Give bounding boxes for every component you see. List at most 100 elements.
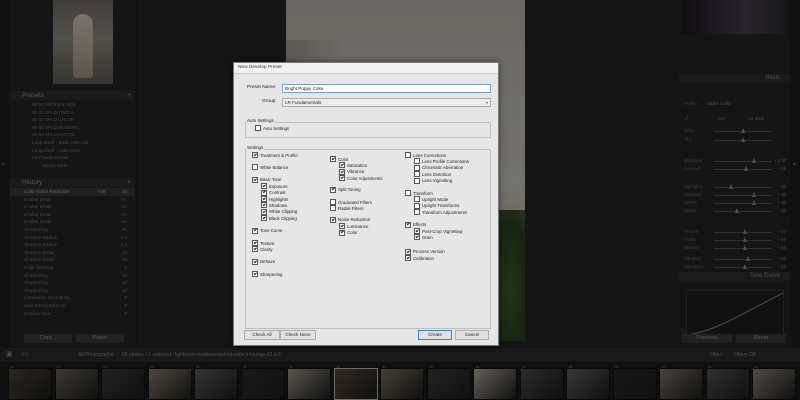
- setting-checkbox[interactable]: Dehaze: [252, 258, 275, 265]
- setting-checkbox[interactable]: Treatment & Profile: [252, 152, 298, 158]
- setting-checkbox[interactable]: Split Toning: [330, 186, 361, 193]
- setting-checkbox-label: Radial Filters: [338, 205, 364, 211]
- setting-checkbox[interactable]: Upright Mode: [414, 196, 448, 203]
- setting-checkbox[interactable]: Transform Adjustments: [414, 209, 467, 216]
- setting-checkbox-label: Lens Vignetting: [422, 178, 453, 184]
- setting-checkbox-label: Grain: [422, 234, 433, 240]
- checkbox-box: [261, 196, 267, 202]
- checkbox-box: [261, 208, 267, 215]
- setting-checkbox-label: Saturation: [347, 162, 368, 168]
- preset-name-input[interactable]: Bright Poppy Color: [282, 84, 491, 93]
- checkbox-box: [414, 228, 420, 234]
- setting-checkbox-label: Vibrance: [347, 169, 365, 175]
- checkbox-box: [339, 229, 345, 236]
- setting-checkbox[interactable]: Vibrance: [339, 168, 365, 175]
- setting-checkbox-label: Luminance: [347, 223, 369, 229]
- setting-checkbox[interactable]: Lens Distortion: [414, 171, 451, 178]
- setting-checkbox-label: Clarity: [260, 246, 273, 252]
- setting-checkbox-label: Graduated Filters: [338, 199, 372, 205]
- setting-checkbox[interactable]: Process Version: [405, 248, 445, 255]
- checkbox-box: [414, 196, 420, 203]
- setting-checkbox-label: Contrast: [269, 190, 286, 196]
- setting-checkbox[interactable]: Calibration: [405, 255, 434, 262]
- setting-checkbox[interactable]: Color: [339, 229, 358, 236]
- setting-checkbox[interactable]: Tone Curve: [252, 227, 283, 234]
- checkbox-box: [414, 171, 420, 178]
- setting-checkbox[interactable]: Noise Reduction: [330, 216, 371, 223]
- group-label: Group:: [262, 99, 277, 104]
- setting-checkbox[interactable]: Lens Corrections: [405, 152, 446, 158]
- setting-checkbox[interactable]: Post-Crop Vignetting: [414, 228, 462, 234]
- new-develop-preset-dialog: New Develop Preset Preset Name: Bright P…: [233, 62, 499, 346]
- checkbox-box: [339, 175, 345, 182]
- setting-checkbox[interactable]: Lens Vignetting: [414, 177, 453, 184]
- checkbox-box: [330, 205, 336, 212]
- setting-checkbox[interactable]: Color: [330, 156, 349, 162]
- setting-checkbox-label: White Balance: [260, 164, 289, 170]
- check-all-button[interactable]: Check All: [244, 330, 280, 340]
- checkbox-box: [405, 152, 411, 158]
- setting-checkbox[interactable]: Sharpening: [252, 271, 282, 278]
- checkbox-box: [252, 152, 258, 158]
- setting-checkbox[interactable]: Clarity: [252, 246, 273, 253]
- setting-checkbox-label: White Clipping: [269, 209, 298, 215]
- auto-settings-checkbox[interactable]: Auto Settings: [255, 125, 289, 131]
- cancel-button[interactable]: Cancel: [455, 330, 489, 340]
- setting-checkbox-label: Texture: [260, 240, 275, 246]
- setting-checkbox-label: Color: [338, 156, 349, 162]
- setting-checkbox[interactable]: Texture: [252, 240, 274, 246]
- setting-checkbox[interactable]: Black Clipping: [261, 215, 297, 222]
- setting-checkbox[interactable]: Grain: [414, 234, 433, 241]
- checkbox-box: [261, 215, 267, 222]
- setting-checkbox-label: Exposure: [269, 183, 288, 189]
- setting-checkbox-label: Basic Tone: [260, 177, 282, 183]
- checkbox-box: [405, 221, 411, 228]
- dialog-titlebar[interactable]: New Develop Preset: [234, 63, 498, 74]
- setting-checkbox-label: Treatment & Profile: [260, 152, 298, 158]
- setting-checkbox[interactable]: Color Adjustments: [339, 175, 383, 182]
- checkbox-box: [330, 199, 336, 205]
- setting-checkbox[interactable]: Exposure: [261, 183, 288, 190]
- setting-checkbox[interactable]: Basic Tone: [252, 176, 282, 183]
- setting-checkbox[interactable]: Chromatic Aberration: [414, 164, 464, 171]
- setting-checkbox[interactable]: Shadows: [261, 202, 287, 209]
- auto-settings-group-title: Auto Settings: [246, 118, 275, 123]
- group-select[interactable]: LR Fundamentals ▾: [282, 98, 491, 107]
- setting-checkbox-label: Color: [347, 230, 358, 236]
- chevron-down-icon: ▾: [485, 100, 488, 105]
- setting-checkbox-label: Color Adjustments: [347, 175, 383, 181]
- setting-checkbox[interactable]: Contrast: [261, 189, 286, 196]
- checkbox-box: [252, 164, 258, 171]
- setting-checkbox[interactable]: Saturation: [339, 162, 368, 169]
- checkbox-box: [330, 186, 336, 193]
- setting-checkbox-label: Tone Curve: [260, 228, 283, 234]
- checkbox-box: [339, 162, 345, 169]
- check-none-button[interactable]: Check None: [280, 330, 316, 340]
- group-select-value: LR Fundamentals: [285, 100, 322, 105]
- setting-checkbox[interactable]: Upright Transforms: [414, 202, 459, 209]
- checkbox-box: [414, 164, 420, 171]
- setting-checkbox-label: Post-Crop Vignetting: [422, 228, 463, 234]
- setting-checkbox-label: Chromatic Aberration: [422, 165, 464, 171]
- create-button[interactable]: Create: [418, 330, 452, 340]
- setting-checkbox[interactable]: White Clipping: [261, 208, 298, 215]
- setting-checkbox[interactable]: Highlights: [261, 196, 288, 202]
- checkbox-box: [252, 240, 258, 246]
- setting-checkbox[interactable]: Lens Profile Corrections: [414, 158, 469, 165]
- setting-checkbox-label: Transform: [413, 190, 433, 196]
- checkbox-box: [252, 246, 258, 253]
- setting-checkbox[interactable]: Radial Filters: [330, 205, 364, 212]
- setting-checkbox[interactable]: Luminance: [339, 223, 369, 230]
- setting-checkbox[interactable]: Transform: [405, 190, 433, 196]
- setting-checkbox[interactable]: White Balance: [252, 164, 289, 171]
- setting-checkbox[interactable]: Graduated Filters: [330, 199, 372, 205]
- setting-checkbox-label: Noise Reduction: [338, 217, 371, 223]
- setting-checkbox-label: Process Version: [413, 249, 445, 255]
- setting-checkbox-label: Effects: [413, 222, 427, 228]
- preset-name-label: Preset Name:: [247, 85, 277, 90]
- setting-checkbox[interactable]: Effects: [405, 221, 427, 228]
- checkbox-box: [405, 248, 411, 255]
- setting-checkbox-label: Split Toning: [338, 187, 361, 193]
- setting-checkbox-label: Black Clipping: [269, 215, 297, 221]
- checkbox-box: [405, 190, 411, 196]
